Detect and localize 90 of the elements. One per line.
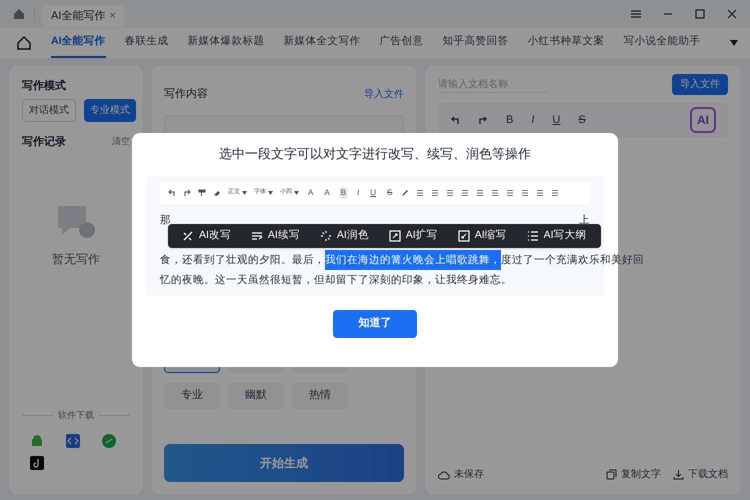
ai-button[interactable]: AI — [690, 107, 716, 133]
tab-close-button[interactable]: × — [109, 8, 116, 24]
cloud-icon — [438, 470, 450, 480]
ai-action-button[interactable]: AI扩写 — [388, 228, 438, 244]
download-icon — [673, 469, 684, 480]
mode-button[interactable]: 对话模式 — [22, 98, 76, 122]
menu-icon — [630, 8, 642, 20]
section-title: 写作内容 — [164, 86, 208, 102]
sparkle-icon — [320, 230, 332, 242]
editor-text: 食，还看到了壮观的夕阳。最后， — [160, 252, 325, 268]
nav-tab[interactable]: 知乎高赞回答 — [442, 28, 508, 58]
section-title: 写作模式 — [22, 78, 67, 94]
download-doc-button[interactable]: 下载文档 — [688, 467, 728, 482]
import-button[interactable]: 导入文件 — [672, 74, 728, 95]
format-button[interactable]: A — [306, 186, 316, 198]
align-icon — [476, 188, 484, 196]
list-icon — [551, 188, 560, 196]
format-button[interactable]: S — [578, 112, 586, 128]
editor-text: 那 — [160, 212, 171, 228]
ai-action-button[interactable]: AI缩写 — [458, 228, 507, 244]
ai-action-button[interactable]: AI改写 — [182, 228, 231, 244]
copy-icon — [606, 469, 617, 480]
ai-action-button[interactable]: AI润色 — [320, 228, 369, 244]
format-button[interactable]: A — [322, 186, 332, 198]
mode-button[interactable]: 专业模式 — [84, 98, 136, 122]
selected-text: 我们在海边的篝火晚会上唱歌跳舞， — [325, 250, 501, 270]
format-button[interactable]: I — [355, 186, 362, 198]
align-icon — [461, 188, 470, 196]
format-button[interactable]: B — [506, 112, 514, 128]
undo-icon — [168, 188, 176, 196]
section-title: 写作记录 — [22, 134, 66, 150]
window-tab-title[interactable]: AI全能写作 — [51, 8, 106, 24]
align-icon — [521, 188, 530, 196]
editor-text: 上 — [579, 212, 590, 228]
ai-action-button[interactable]: AI续写 — [250, 228, 300, 244]
lines-icon — [250, 230, 263, 242]
align-icon — [491, 188, 500, 196]
format-button[interactable]: U — [552, 112, 560, 128]
caret-icon — [242, 190, 247, 194]
nav-tab[interactable]: AI全能写作 — [51, 28, 106, 58]
confirm-button[interactable]: 知道了 — [333, 310, 417, 338]
format-button[interactable]: B — [338, 186, 348, 198]
nav-tab[interactable]: 广告创意 — [380, 28, 424, 58]
tone-chip[interactable]: 热情 — [292, 382, 348, 408]
tone-chip[interactable]: 幽默 — [228, 382, 284, 408]
undo-icon — [450, 115, 460, 125]
caret-icon — [294, 190, 299, 194]
align-icon — [506, 188, 514, 196]
list-icon — [536, 188, 544, 196]
align-icon — [416, 188, 424, 196]
align-icon — [431, 188, 440, 196]
download-label: 软件下载 — [58, 408, 94, 422]
format-button[interactable]: I — [531, 112, 534, 128]
tone-chip[interactable]: 专业 — [164, 382, 220, 408]
shrink-icon — [458, 230, 470, 242]
import-link[interactable]: 导入文件 — [364, 86, 404, 102]
paint-format-icon — [198, 188, 206, 196]
format-button[interactable]: S — [385, 186, 394, 198]
code-icon — [66, 434, 80, 448]
nav-tab[interactable]: 春联生成 — [124, 28, 168, 58]
wand-icon — [182, 230, 194, 242]
redo-icon — [183, 188, 191, 196]
dropdown-icon — [729, 39, 739, 47]
expand-icon — [388, 230, 401, 242]
caret-icon — [268, 190, 273, 194]
ai-action-button[interactable]: AI写大纲 — [526, 228, 587, 244]
format-button[interactable]: U — [368, 186, 378, 198]
nav-tab[interactable]: 小红书种草文案 — [528, 28, 604, 58]
editor-text: 忆的夜晚。这一天虽然很短暂，但却留下了深刻的印象，让我终身难忘。 — [160, 272, 513, 288]
list-icon — [526, 230, 539, 242]
nav-tab[interactable]: 新媒体全文写作 — [284, 28, 360, 58]
align-icon — [446, 188, 454, 196]
dialog-title: 选中一段文字可以对文字进行改写、续写、润色等操作 — [219, 145, 531, 163]
copy-text-button[interactable]: 复制文字 — [621, 467, 661, 482]
clear-link[interactable]: 清空 — [112, 135, 130, 148]
close-icon — [726, 8, 738, 20]
home-icon — [12, 7, 26, 21]
document-name-field[interactable]: 请输入文档名称 — [438, 76, 548, 92]
empty-state-text: 暂无写作 — [52, 251, 100, 268]
generate-button[interactable]: 开始生成 — [164, 444, 404, 482]
save-status: 未保存 — [454, 468, 484, 482]
pen-icon — [401, 188, 410, 196]
maximize-icon — [694, 8, 706, 20]
nav-tab[interactable]: 新媒体爆款标题 — [188, 28, 264, 58]
music-note-icon — [30, 456, 44, 470]
nav-tab[interactable]: 写小说全能助手 — [624, 28, 700, 58]
home-icon — [16, 35, 32, 51]
eraser-icon — [213, 188, 221, 196]
editor-text: 度过了一个充满欢乐和美好回 — [501, 252, 644, 268]
redo-icon — [478, 115, 488, 125]
